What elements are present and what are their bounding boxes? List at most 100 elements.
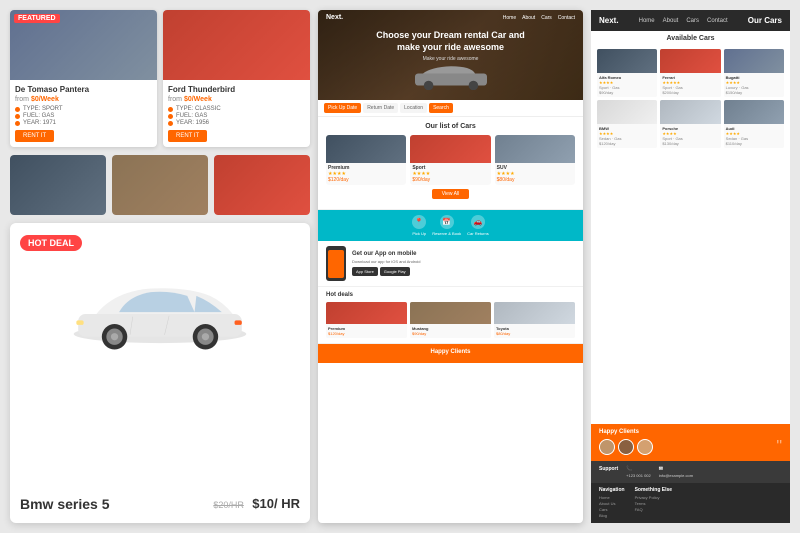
nav-about[interactable]: About (522, 15, 535, 21)
mockup-car-item-2: Sport ★★★★ $90/day (410, 135, 490, 185)
car-images-row (10, 155, 310, 215)
deal-2-info: Mustang $90/day (410, 324, 491, 338)
mockup-car-item-1: Premium ★★★★ $120/day (326, 135, 406, 185)
app-store-btn[interactable]: App Store (352, 267, 378, 276)
footer-link-about[interactable]: About Us (599, 501, 625, 506)
right-nav-home[interactable]: Home (639, 18, 655, 24)
play-store-btn[interactable]: Google Play (380, 267, 410, 276)
deal-3-price: $80/day (496, 331, 573, 336)
avatar-2 (618, 439, 634, 455)
footer-link-faq[interactable]: FAQ (635, 507, 673, 512)
avail-car-3: Bugatti ★★★★ Luxury · Gas $150/day (724, 49, 784, 97)
hot-deals-section: Hot deals Premium $120/day Mustang $90/d… (318, 287, 583, 344)
mockup-cars-list: Premium ★★★★ $120/day Sport ★★★★ $90/day… (326, 135, 575, 185)
avatar-1 (599, 439, 615, 455)
footer-link-blog[interactable]: Blog (599, 513, 625, 518)
avail-car-4-price: $120/day (599, 141, 655, 146)
right-nav: Home About Cars Contact (639, 18, 728, 24)
car-card-2-body: Ford Thunderbird from $0/Week TYPE: CLAS… (163, 80, 310, 147)
nav-home[interactable]: Home (503, 15, 516, 21)
car-card-2: Ford Thunderbird from $0/Week TYPE: CLAS… (163, 10, 310, 147)
spec-dot (168, 114, 173, 119)
mockup-nav-links: Home About Cars Contact (503, 15, 575, 21)
mockup-car-item-3: SUV ★★★★ $80/day (495, 135, 575, 185)
nav-cars[interactable]: Cars (541, 15, 552, 21)
deal-item-3: Toyota $80/day (494, 302, 575, 338)
avail-car-2-info: Ferrari ★★★★★ Sport · Gas $200/day (660, 73, 720, 97)
hiw-icon-1: 📍 (412, 215, 426, 229)
avail-car-6-img (724, 100, 784, 124)
avail-car-6-info: Audi ★★★★ Sedan · Gas $110/day (724, 124, 784, 148)
footer-link-privacy[interactable]: Privacy Policy (635, 495, 673, 500)
view-all-button[interactable]: View All (432, 189, 469, 199)
nav-contact[interactable]: Contact (558, 15, 575, 21)
mockup-car-1-price: $120/day (328, 177, 404, 183)
support-email-icon: ✉ (659, 466, 693, 472)
footer-link-cars[interactable]: Cars (599, 507, 625, 512)
avail-car-4-img (597, 100, 657, 124)
search-tab-search[interactable]: Search (429, 103, 453, 113)
right-section-title: Our Cars (748, 16, 782, 25)
hot-deal-badge: HOT DEAL (20, 235, 82, 251)
car-img-suv (112, 155, 208, 215)
deal-item-2: Mustang $90/day (410, 302, 491, 338)
hiw-item-2: 📅 Reserve & Book (432, 215, 461, 236)
mockup-car-3-price: $80/day (497, 177, 573, 183)
car-illustration (60, 274, 260, 354)
spec-item: YEAR: 1971 (15, 120, 152, 126)
spec-dot (15, 121, 20, 126)
mockup-hero: Next. Home About Cars Contact Choose you… (318, 10, 583, 100)
app-store-buttons: App Store Google Play (352, 267, 575, 276)
footer-link-home[interactable]: Home (599, 495, 625, 500)
right-happy-clients-title: Happy Clients (599, 429, 782, 435)
rent-button-1[interactable]: RENT IT (15, 130, 54, 142)
car-cards-row: FEATURED De Tomaso Pantera from $0/Week … (10, 10, 310, 147)
mockup-nav: Next. Home About Cars Contact (318, 14, 583, 21)
support-phone-item: 📞 +123 001 002 (626, 466, 651, 478)
spec-dot (168, 107, 173, 112)
avail-car-3-price: $150/day (726, 90, 782, 95)
footer-col-2: Something Else Privacy Policy Terms FAQ (635, 487, 673, 519)
avail-car-2: Ferrari ★★★★★ Sport · Gas $200/day (660, 49, 720, 97)
avail-car-6: Audi ★★★★ Sedan · Gas $110/day (724, 100, 784, 148)
deal-1-info: Premium $120/day (326, 324, 407, 338)
right-happy-clients: Happy Clients " (591, 424, 790, 461)
footer-col-2-title: Something Else (635, 487, 673, 493)
car-img-dark (10, 155, 106, 215)
hiw-icon-3: 🚗 (471, 215, 485, 229)
available-cars-grid: Alfa Romeo ★★★★ Sport · Gas $90/day Ferr… (591, 46, 790, 151)
deal-1-price: $120/day (328, 331, 405, 336)
mockup-car-1-img (326, 135, 406, 163)
car-card-1: FEATURED De Tomaso Pantera from $0/Week … (10, 10, 157, 147)
search-tab-pickup[interactable]: Pick Up Date (324, 103, 361, 113)
hot-deal-name: Bmw series 5 (20, 496, 110, 512)
spec-item: FUEL: GAS (168, 113, 305, 119)
deal-item-1: Premium $120/day (326, 302, 407, 338)
mockup-car-3-info: SUV ★★★★ $80/day (495, 163, 575, 185)
hot-deal-info: Bmw series 5 $20/HR $10/ HR (20, 495, 300, 513)
support-email: info@example.com (659, 473, 693, 478)
happy-clients-title: Happy Clients (326, 349, 575, 355)
avail-car-1: Alfa Romeo ★★★★ Sport · Gas $90/day (597, 49, 657, 97)
hot-deals-title: Hot deals (326, 292, 575, 298)
support-phone-icon: 📞 (626, 466, 651, 472)
app-text: Get our App on mobile Download our app f… (352, 251, 575, 276)
deal-2-img (410, 302, 491, 324)
website-mockup: Next. Home About Cars Contact Choose you… (318, 10, 583, 523)
deal-2-price: $90/day (412, 331, 489, 336)
footer-link-terms[interactable]: Terms (635, 501, 673, 506)
right-nav-about[interactable]: About (663, 18, 679, 24)
mockup-cars-section: Our list of Cars Premium ★★★★ $120/day S… (318, 117, 583, 210)
search-tab-return[interactable]: Return Date (363, 103, 398, 113)
search-tab-location[interactable]: Location (400, 103, 427, 113)
car-card-2-price: from $0/Week (168, 96, 305, 103)
hot-deal-new-price: $10/ HR (252, 496, 300, 511)
rent-button-2[interactable]: RENT IT (168, 130, 207, 142)
right-nav-cars[interactable]: Cars (686, 18, 699, 24)
right-main: Available Cars Alfa Romeo ★★★★ Sport · G… (591, 31, 790, 424)
right-nav-contact[interactable]: Contact (707, 18, 728, 24)
support-phone: +123 001 002 (626, 473, 651, 478)
mockup-car-2-img (410, 135, 490, 163)
car-card-1-image: FEATURED (10, 10, 157, 80)
mockup-hero-text: Choose your Dream rental Car andmake you… (376, 30, 525, 53)
